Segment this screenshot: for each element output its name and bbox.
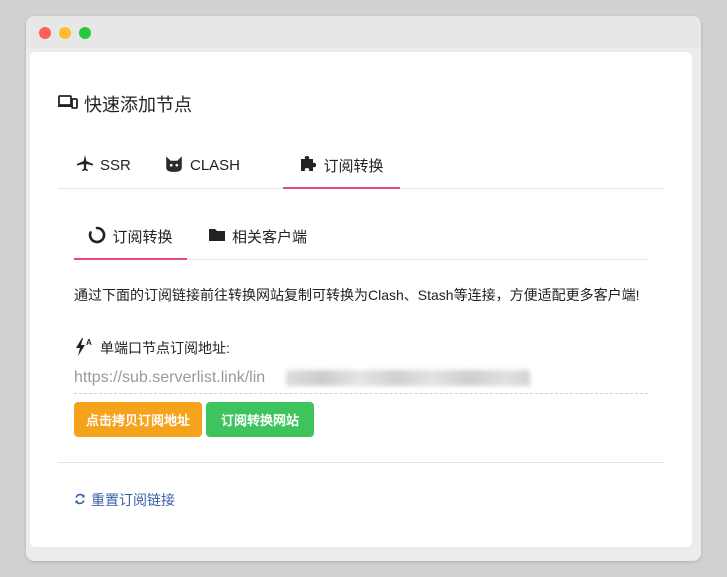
url-label: 单端口节点订阅地址: (100, 340, 230, 356)
subscription-url-input[interactable] (74, 365, 284, 391)
tab-ssr-label: SSR (100, 156, 131, 174)
tab-subscription-convert-label: 订阅转换 (323, 157, 384, 175)
copy-subscription-url-button[interactable]: 点击拷贝订阅地址 (74, 402, 202, 437)
cat-icon (164, 153, 184, 177)
url-label-row: A 单端口节点订阅地址: (74, 337, 230, 359)
circle-notch-icon (88, 226, 106, 248)
refresh-icon (74, 492, 86, 508)
maximize-window-button[interactable] (79, 27, 91, 39)
primary-tabs: SSR CLASH 订阅转换 (58, 142, 664, 189)
minimize-window-button[interactable] (59, 27, 71, 39)
puzzle-icon (299, 154, 317, 176)
tab-subscription-convert[interactable]: 订阅转换 (283, 142, 400, 189)
svg-text:A: A (86, 338, 92, 347)
reset-subscription-link-label: 重置订阅链接 (91, 492, 175, 508)
blurred-url-token (286, 370, 530, 386)
subscription-url-field (74, 365, 648, 394)
description-text: 通过下面的订阅链接前往转换网站复制可转换为Clash、Stash等连接，方便适配… (74, 287, 640, 303)
quick-add-node-card: 快速添加节点 SSR CLASH 订阅转换 订阅转换 相关客户端 通过下面的订阅… (30, 52, 692, 547)
subtab-related-clients[interactable]: 相关客户端 (208, 214, 307, 259)
plane-icon (76, 154, 94, 176)
card-title: 快速添加节点 (58, 92, 192, 116)
devices-icon (58, 93, 78, 116)
folder-icon (208, 226, 226, 248)
close-window-button[interactable] (39, 27, 51, 39)
subtab-related-clients-label: 相关客户端 (232, 229, 308, 246)
subtab-subscription-convert-label: 订阅转换 (112, 229, 173, 246)
subtab-subscription-convert[interactable]: 订阅转换 (74, 214, 187, 260)
reset-subscription-link[interactable]: 重置订阅链接 (74, 490, 175, 510)
tab-clash[interactable]: CLASH (164, 142, 240, 188)
bolt-auto-icon: A (74, 337, 94, 360)
app-window: 快速添加节点 SSR CLASH 订阅转换 订阅转换 相关客户端 通过下面的订阅… (26, 16, 701, 561)
tab-ssr[interactable]: SSR (76, 142, 131, 188)
secondary-tabs: 订阅转换 相关客户端 (74, 214, 648, 260)
card-title-text: 快速添加节点 (84, 95, 192, 115)
subscription-convert-site-button[interactable]: 订阅转换网站 (206, 402, 314, 437)
divider (58, 462, 664, 463)
title-bar (26, 16, 701, 48)
tab-clash-label: CLASH (190, 156, 241, 174)
